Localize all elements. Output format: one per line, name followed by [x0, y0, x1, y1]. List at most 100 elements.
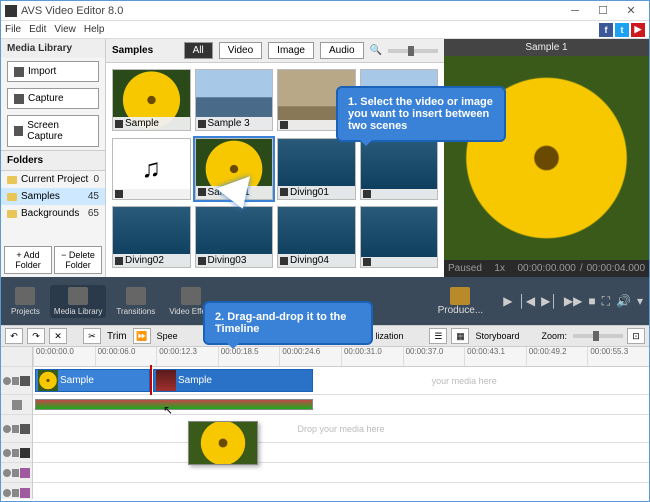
- produce-icon: [450, 287, 470, 305]
- camera-icon: [14, 94, 24, 104]
- clip-sample[interactable]: Sample: [35, 369, 150, 392]
- eye-icon[interactable]: [3, 449, 11, 457]
- folder-icon: [7, 210, 17, 218]
- window-title: AVS Video Editor 8.0: [21, 5, 561, 17]
- track-head-overlay[interactable]: [1, 415, 32, 443]
- lock-icon[interactable]: [12, 449, 19, 457]
- text-track[interactable]: [33, 443, 649, 463]
- timeline-view-button[interactable]: ☰: [429, 328, 447, 344]
- filter-image[interactable]: Image: [268, 42, 314, 59]
- clip-sample-2[interactable]: Sample: [153, 369, 313, 392]
- screen-capture-button[interactable]: Screen Capture: [7, 115, 99, 147]
- close-button[interactable]: ✕: [617, 2, 645, 20]
- trim-label[interactable]: Trim: [105, 331, 129, 342]
- lock-icon[interactable]: [12, 489, 19, 497]
- speed-button[interactable]: ⏩: [133, 328, 151, 344]
- youtube-icon[interactable]: ▶: [631, 23, 645, 37]
- minimize-button[interactable]: ─: [561, 2, 589, 20]
- filter-video[interactable]: Video: [219, 42, 262, 59]
- media-library-button[interactable]: Media Library: [50, 285, 106, 318]
- filter-all[interactable]: All: [184, 42, 213, 59]
- cancel-button[interactable]: ✕: [49, 328, 67, 344]
- twitter-icon[interactable]: t: [615, 23, 629, 37]
- menu-edit[interactable]: Edit: [29, 24, 46, 35]
- audio-track[interactable]: [33, 463, 649, 483]
- menu-file[interactable]: File: [5, 24, 21, 35]
- thumb-item[interactable]: [360, 206, 439, 268]
- titlebar: AVS Video Editor 8.0 ─ ☐ ✕: [1, 1, 649, 21]
- track-head-music[interactable]: [1, 483, 32, 499]
- storyboard-view-button[interactable]: ▦: [451, 328, 469, 344]
- timeline-zoom-slider[interactable]: [573, 334, 623, 338]
- overlay-track[interactable]: Drop your media here: [33, 415, 649, 443]
- preview-duration: 00:00:04.000: [587, 263, 645, 274]
- zoom-fit-button[interactable]: ⊡: [627, 328, 645, 344]
- eye-icon[interactable]: [3, 469, 11, 477]
- video-track[interactable]: Sample Sample your media here: [33, 367, 649, 395]
- eye-icon[interactable]: [3, 425, 11, 433]
- folder-backgrounds[interactable]: Backgrounds65: [1, 205, 105, 222]
- thumb-sample3[interactable]: Sample 3: [195, 69, 274, 131]
- track-head-transition[interactable]: [1, 395, 32, 415]
- dragging-thumbnail[interactable]: [188, 421, 258, 465]
- preview-title: Sample 1: [444, 39, 649, 56]
- stop-button[interactable]: ■: [588, 294, 595, 309]
- thumb-diving01[interactable]: Diving01: [277, 138, 356, 200]
- filter-audio[interactable]: Audio: [320, 42, 364, 59]
- audio-icon: [20, 468, 30, 478]
- folder-current-project[interactable]: Current Project0: [1, 171, 105, 188]
- magnify-icon: 🔍: [370, 45, 382, 56]
- next-frame-button[interactable]: ▶│: [541, 294, 558, 309]
- undo-button[interactable]: ↶: [5, 328, 23, 344]
- folder-samples[interactable]: Samples45: [1, 188, 105, 205]
- track-head-text[interactable]: [1, 443, 32, 463]
- track-head-video[interactable]: [1, 367, 32, 395]
- fullscreen-button[interactable]: ⛶: [602, 294, 610, 309]
- music-track[interactable]: [33, 483, 649, 499]
- video-icon: [198, 257, 206, 265]
- eye-icon[interactable]: [3, 377, 11, 385]
- capture-button[interactable]: Capture: [7, 88, 99, 109]
- eye-icon[interactable]: [3, 489, 11, 497]
- delete-folder-button[interactable]: − Delete Folder: [54, 246, 102, 274]
- video-icon: [363, 258, 371, 266]
- play-button[interactable]: ▶: [503, 294, 512, 309]
- cut-button[interactable]: ✂: [83, 328, 101, 344]
- thumb-audio[interactable]: ♫: [112, 138, 191, 200]
- preview-speed: 1x: [494, 263, 505, 274]
- prev-frame-button[interactable]: │◀: [518, 294, 535, 309]
- track-head-audio[interactable]: [1, 463, 32, 483]
- timeline-content[interactable]: 00:00:00.0 00:00:06.0 00:00:12.3 00:00:1…: [33, 347, 649, 499]
- preview-panel: Sample 1 Paused 1x 00:00:00.000 / 00:00:…: [444, 39, 649, 277]
- facebook-icon[interactable]: f: [599, 23, 613, 37]
- end-button[interactable]: ▶▶: [564, 294, 582, 309]
- thumb-diving02[interactable]: Diving02: [112, 206, 191, 268]
- lock-icon[interactable]: [12, 425, 19, 433]
- time-ruler[interactable]: 00:00:00.0 00:00:06.0 00:00:12.3 00:00:1…: [33, 347, 649, 367]
- lock-icon[interactable]: [12, 377, 19, 385]
- media-library-panel: Media Library Import Capture Screen Capt…: [1, 39, 106, 277]
- volume-button[interactable]: 🔊: [616, 294, 631, 309]
- import-button[interactable]: Import: [7, 61, 99, 82]
- callout-step-1: 1. Select the video or image you want to…: [336, 86, 506, 142]
- lock-icon[interactable]: [12, 469, 19, 477]
- chevron-down-icon[interactable]: ▾: [637, 294, 643, 309]
- text-t-icon: [20, 448, 30, 458]
- maximize-button[interactable]: ☐: [589, 2, 617, 20]
- video-icon: [115, 120, 123, 128]
- projects-button[interactable]: Projects: [7, 285, 44, 318]
- thumb-diving04[interactable]: Diving04: [277, 206, 356, 268]
- thumb-zoom-slider[interactable]: [388, 49, 438, 53]
- transition-track[interactable]: [33, 395, 649, 415]
- menu-view[interactable]: View: [54, 24, 76, 35]
- transitions-button[interactable]: Transitions: [112, 285, 159, 318]
- audio-envelope[interactable]: [35, 399, 313, 410]
- video-icon: [280, 121, 288, 129]
- thumb-sample[interactable]: Sample: [112, 69, 191, 131]
- add-folder-button[interactable]: + Add Folder: [4, 246, 52, 274]
- clip-thumbnail: [38, 370, 58, 391]
- redo-button[interactable]: ↷: [27, 328, 45, 344]
- menu-help[interactable]: Help: [84, 24, 105, 35]
- produce-button[interactable]: Produce...: [432, 285, 490, 318]
- preview-position: 00:00:00.000: [517, 263, 575, 274]
